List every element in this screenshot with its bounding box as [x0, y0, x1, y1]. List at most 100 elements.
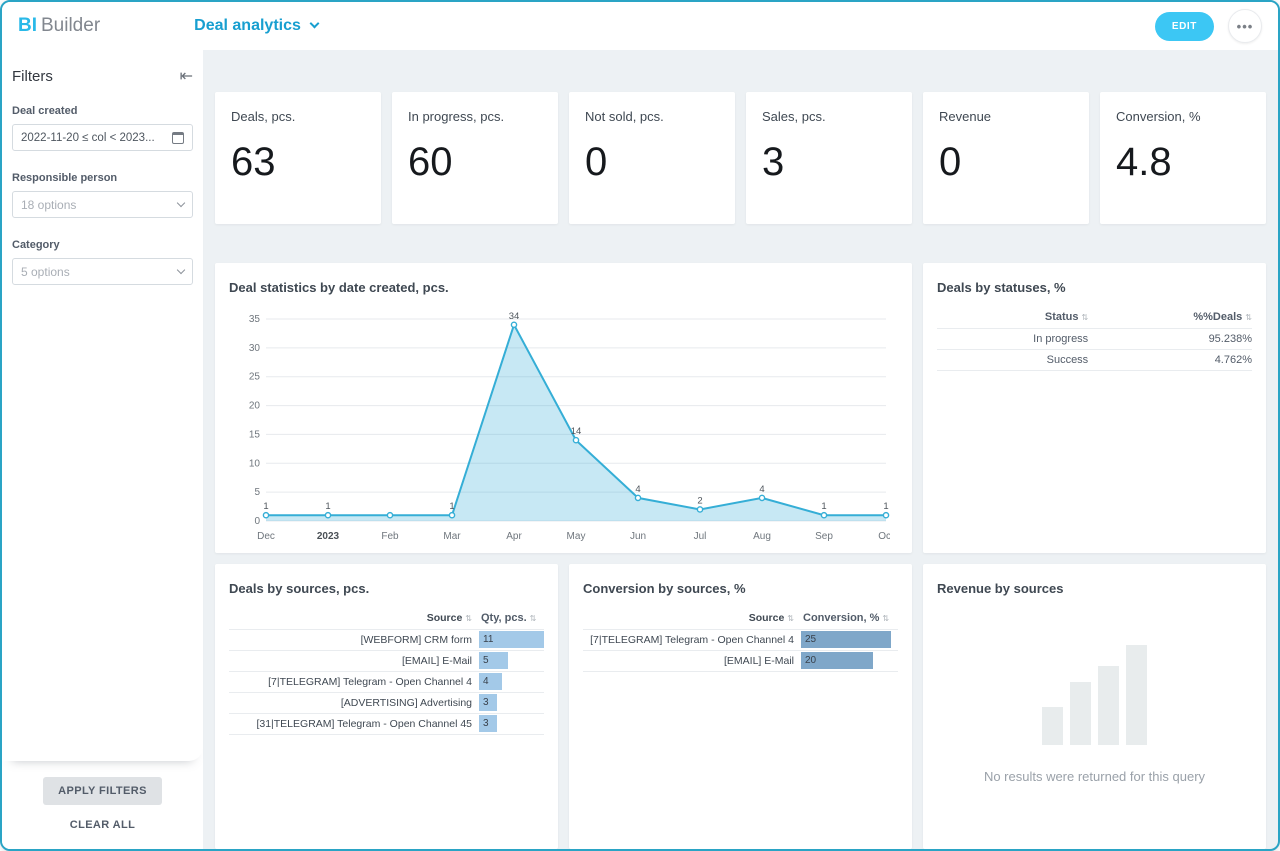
kpi-value: 60	[408, 140, 542, 185]
filter-deal-created: Deal created 2022-11-20 ≤ col < 2023...	[12, 105, 193, 151]
table-row: [31|TELEGRAM] Telegram - Open Channel 45…	[229, 714, 544, 735]
deals-by-statuses-table: Status⇅%%Deals⇅In progress95.238%Success…	[937, 307, 1252, 371]
placeholder-bar	[1126, 645, 1147, 745]
svg-text:4: 4	[759, 484, 764, 495]
column-header-value[interactable]: Conversion, %⇅	[801, 612, 898, 624]
sort-icon[interactable]: ⇅	[530, 614, 537, 623]
svg-text:35: 35	[249, 314, 261, 325]
deals-by-statuses-card: Deals by statuses, % Status⇅%%Deals⇅In p…	[923, 263, 1266, 553]
svg-text:2023: 2023	[317, 531, 340, 542]
deal-statistics-card: Deal statistics by date created, pcs. 05…	[215, 263, 912, 553]
column-header-source[interactable]: Source⇅	[583, 612, 801, 624]
app-logo: BI Builder	[18, 15, 100, 37]
column-header-status[interactable]: Status⇅	[937, 311, 1088, 323]
table-header: Source⇅Conversion, %⇅	[583, 608, 898, 630]
column-header-value[interactable]: %%Deals⇅	[1088, 311, 1252, 323]
table-row: Success4.762%	[937, 350, 1252, 371]
page-title: Deal analytics	[194, 17, 301, 35]
bar-chart-placeholder-icon	[1042, 645, 1147, 745]
line-chart-svg: 05101520253035111341442411Dec2023FebMarA…	[225, 305, 890, 547]
kpi-card-in-progress: In progress, pcs. 60	[392, 92, 558, 224]
calendar-icon	[172, 132, 184, 144]
svg-text:Jun: Jun	[630, 531, 646, 542]
category-select[interactable]: 5 options	[12, 258, 193, 285]
table-row: In progress95.238%	[937, 329, 1252, 350]
kpi-value: 0	[939, 140, 1073, 185]
bar-cell: 4	[479, 673, 544, 690]
table-row: [EMAIL] E-Mail5	[229, 651, 544, 672]
sort-icon[interactable]: ⇅	[787, 614, 794, 623]
source-cell: [WEBFORM] CRM form	[229, 634, 479, 646]
svg-text:Oct: Oct	[878, 531, 890, 542]
more-options-button[interactable]: •••	[1228, 9, 1262, 43]
dashboard-selector[interactable]: Deal analytics	[194, 17, 318, 35]
kpi-card-conversion: Conversion, % 4.8	[1100, 92, 1266, 224]
value-bar: 25	[801, 631, 891, 648]
bar-cell: 5	[479, 652, 544, 669]
svg-text:Apr: Apr	[506, 531, 522, 542]
value-bar: 3	[479, 694, 497, 711]
responsible-person-select[interactable]: 18 options	[12, 191, 193, 218]
placeholder-bar	[1042, 707, 1063, 745]
card-title: Deals by sources, pcs.	[215, 564, 558, 596]
table-row: [ADVERTISING] Advertising3	[229, 693, 544, 714]
top-bar: BI Builder Deal analytics EDIT •••	[2, 2, 1278, 50]
kpi-card-sales: Sales, pcs. 3	[746, 92, 912, 224]
sidebar-footer: APPLY FILTERS CLEAR ALL	[2, 761, 203, 849]
svg-text:May: May	[567, 531, 586, 542]
logo-bi: BI	[18, 15, 37, 37]
kpi-value: 3	[762, 140, 896, 185]
filters-header: Filters ⇤	[12, 64, 193, 85]
kpi-value: 4.8	[1116, 140, 1250, 185]
value-cell: 95.238%	[1088, 333, 1252, 345]
sort-icon[interactable]: ⇅	[1081, 313, 1088, 322]
svg-text:34: 34	[509, 311, 520, 322]
kpi-card-deals: Deals, pcs. 63	[215, 92, 381, 224]
value-cell: 4.762%	[1088, 354, 1252, 366]
card-title: Conversion by sources, %	[569, 564, 912, 596]
column-header-source[interactable]: Source⇅	[229, 612, 479, 624]
svg-text:10: 10	[249, 458, 261, 469]
sort-icon[interactable]: ⇅	[882, 614, 889, 623]
select-value: 18 options	[21, 198, 76, 212]
kpi-row: Deals, pcs. 63 In progress, pcs. 60 Not …	[215, 92, 1266, 224]
svg-text:4: 4	[635, 484, 640, 495]
filter-label: Responsible person	[12, 172, 193, 184]
kpi-label: Not sold, pcs.	[585, 109, 719, 124]
select-value: 5 options	[21, 265, 70, 279]
svg-text:5: 5	[254, 487, 260, 498]
collapse-sidebar-icon[interactable]: ⇤	[180, 69, 193, 85]
sort-icon[interactable]: ⇅	[465, 614, 472, 623]
deal-created-date-input[interactable]: 2022-11-20 ≤ col < 2023...	[12, 124, 193, 151]
chevron-down-icon	[177, 266, 185, 274]
bottom-row: Deals by sources, pcs. Source⇅Qty, pcs.⇅…	[215, 564, 1266, 849]
sort-icon[interactable]: ⇅	[1245, 313, 1252, 322]
source-cell: [31|TELEGRAM] Telegram - Open Channel 45	[229, 718, 479, 730]
filters-panel: Filters ⇤ Deal created 2022-11-20 ≤ col …	[2, 50, 203, 761]
table-header: Source⇅Qty, pcs.⇅	[229, 608, 544, 630]
card-title: Deals by statuses, %	[923, 263, 1266, 295]
bar-cell: 11	[479, 631, 544, 648]
value-bar: 20	[801, 652, 873, 669]
clear-all-button[interactable]: CLEAR ALL	[66, 815, 140, 835]
kpi-label: Deals, pcs.	[231, 109, 365, 124]
apply-filters-button[interactable]: APPLY FILTERS	[43, 777, 162, 805]
card-title: Deal statistics by date created, pcs.	[215, 263, 912, 295]
ellipsis-icon: •••	[1237, 20, 1254, 33]
table-header: Status⇅%%Deals⇅	[937, 307, 1252, 329]
filters-sidebar: Filters ⇤ Deal created 2022-11-20 ≤ col …	[2, 50, 203, 849]
card-title: Revenue by sources	[923, 564, 1266, 596]
value-bar: 3	[479, 715, 497, 732]
source-cell: [7|TELEGRAM] Telegram - Open Channel 4	[229, 676, 479, 688]
svg-text:1: 1	[883, 501, 888, 512]
edit-button[interactable]: EDIT	[1155, 12, 1214, 41]
placeholder-bar	[1070, 682, 1091, 745]
bi-builder-window: BI Builder Deal analytics EDIT ••• Filte…	[0, 0, 1280, 851]
topbar-actions: EDIT •••	[1155, 9, 1262, 43]
conversion-by-sources-card: Conversion by sources, % Source⇅Conversi…	[569, 564, 912, 849]
column-header-value[interactable]: Qty, pcs.⇅	[479, 612, 544, 624]
svg-text:20: 20	[249, 400, 261, 411]
conversion-by-sources-table: Source⇅Conversion, %⇅[7|TELEGRAM] Telegr…	[583, 608, 898, 672]
bar-cell: 25	[801, 631, 898, 648]
table-row: [7|TELEGRAM] Telegram - Open Channel 44	[229, 672, 544, 693]
